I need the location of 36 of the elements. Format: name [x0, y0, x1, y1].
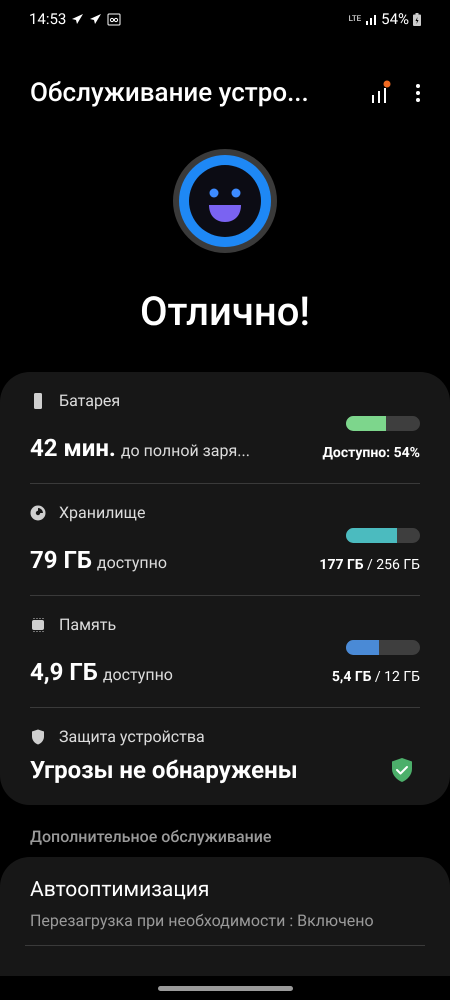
shield-icon [29, 728, 47, 746]
item-value: 79 ГБ [30, 545, 92, 576]
item-suffix: доступно [96, 552, 168, 574]
item-suffix: до полной заря... [120, 440, 250, 462]
usage-reading: Доступно: 54% [322, 444, 420, 463]
smiley-face-icon [172, 148, 278, 254]
item-label: Защита устройства [59, 726, 205, 748]
usage-reading: 5,4 ГБ / 12 ГБ [332, 668, 420, 687]
voicemail-icon [107, 12, 122, 26]
paper-plane-icon [71, 13, 84, 25]
signal-icon [365, 14, 378, 24]
pie-chart-icon [29, 504, 47, 522]
item-label: Память [59, 614, 116, 636]
home-indicator[interactable] [158, 986, 292, 990]
network-type: LTE [348, 15, 362, 23]
row-title: Автооптимизация [30, 877, 210, 904]
paper-plane-icon [89, 13, 102, 25]
item-value: 42 мин. [30, 433, 116, 464]
page-title: Обслуживание устро... [30, 76, 309, 110]
section-title: Дополнительное обслуживание [30, 827, 272, 846]
more-options-icon[interactable] [414, 82, 422, 104]
settings-row[interactable]: Автооптимизация Перезагрузка при необходимости : Включено [25, 857, 425, 946]
item-value: 4,9 ГБ [30, 657, 98, 688]
status-time: 14:53 [29, 8, 66, 30]
item-label: Батарея [59, 390, 120, 412]
shield-check-icon [390, 757, 414, 783]
signal-bars-icon[interactable] [370, 80, 392, 106]
chip-icon [29, 616, 47, 634]
battery-percent: 54% [381, 8, 409, 30]
battery-charging-icon [413, 12, 421, 26]
item-suffix: доступно [102, 664, 173, 686]
status-heading: Отлично! [140, 287, 310, 337]
usage-reading: 177 ГБ / 256 ГБ [319, 556, 420, 575]
item-value: Угрозы не обнаружены [30, 755, 298, 786]
item-label: Хранилище [59, 502, 146, 524]
row-subtitle: Перезагрузка при необходимости : Включено [30, 910, 375, 932]
